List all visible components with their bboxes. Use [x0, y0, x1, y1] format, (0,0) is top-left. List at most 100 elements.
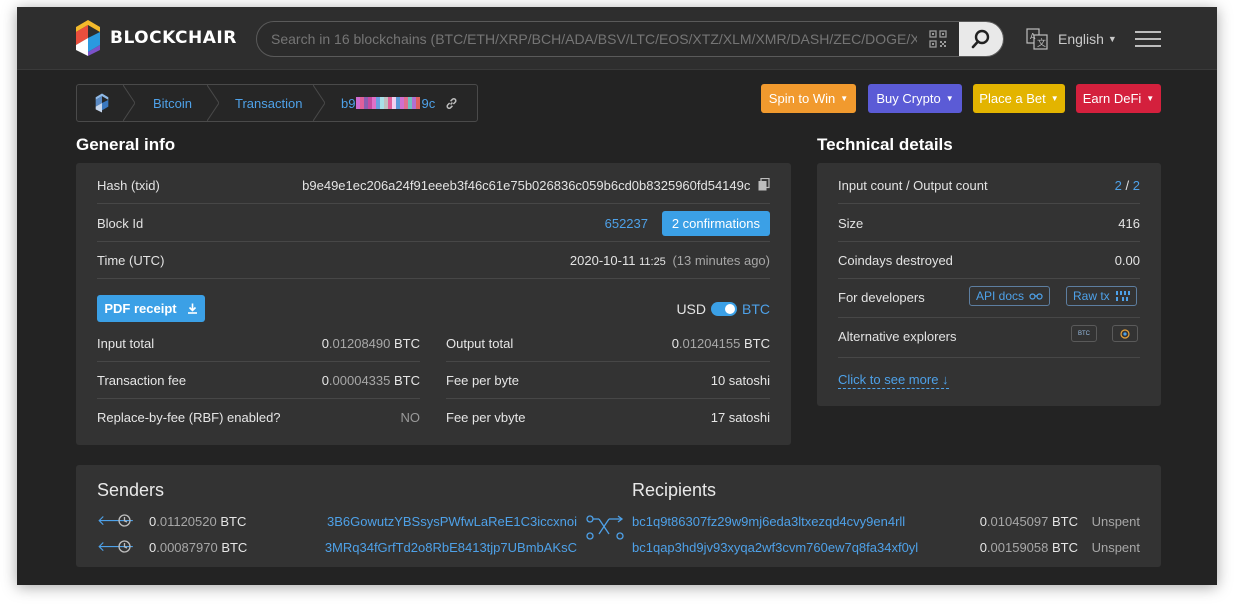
breadcrumb-transaction[interactable]: Transaction — [235, 85, 302, 121]
hash-text[interactable]: b9e49e1ec206a24f91eeeb3f46c61e75b026836c… — [302, 178, 750, 193]
breadcrumb-separator — [123, 85, 135, 121]
place-a-bet-button[interactable]: Place a Bet ▼ — [973, 84, 1065, 113]
io-count-value: 2 / 2 — [1115, 178, 1140, 193]
buy-crypto-button[interactable]: Buy Crypto ▼ — [868, 84, 962, 113]
fee-per-vbyte-value: 17 satoshi — [710, 410, 770, 425]
sender-row: 🡐 0.00087970 BTC 3MRq34fGrfTd2o8RbE8413tjp… — [97, 538, 577, 558]
time-clock: 11:25 — [639, 256, 666, 268]
top-bar: BLOCKCHAIR Search in 16 blockchains (BTC… — [17, 7, 1217, 70]
explorer-globe-icon[interactable] — [1112, 325, 1138, 342]
hamburger-menu-icon[interactable] — [1135, 31, 1161, 47]
sender-row: 🡐 0.01120520 BTC 3B6GowutzYBSsysPWfwLaReE1… — [97, 512, 577, 532]
recipient-unit: BTC — [1052, 540, 1078, 555]
breadcrumb-hash[interactable]: b9 9c — [341, 85, 458, 121]
copy-icon[interactable] — [758, 177, 770, 191]
fee-per-vbyte-row: Fee per vbyte 17 satoshi — [446, 399, 770, 436]
block-label: Block Id — [97, 216, 144, 231]
search-icon — [971, 29, 990, 49]
pdf-label: PDF receipt — [104, 301, 177, 316]
recipient-address[interactable]: bc1q9t86307fz29w9mj6eda3ltxezqd4cvy9en4r… — [632, 514, 905, 529]
breadcrumb-bitcoin[interactable]: Bitcoin — [153, 85, 192, 121]
binary-icon — [1115, 291, 1130, 301]
coindays-row: Coindays destroyed 0.00 — [838, 242, 1140, 279]
api-docs-button[interactable]: API docs — [969, 286, 1051, 306]
clock-icon[interactable] — [118, 540, 131, 553]
time-value: 2020-10-11 11:25 (13 minutes ago) — [570, 253, 770, 268]
recipient-amount-int: 0 — [979, 540, 987, 555]
spin-to-win-button[interactable]: Spin to Win ▼ — [761, 84, 856, 113]
search-button[interactable] — [959, 22, 1003, 56]
chevron-down-icon: ▼ — [1146, 94, 1155, 103]
recipient-address[interactable]: bc1qap3hd9jv93xyqa2wf3cvm760ew7q8fa34xf0… — [632, 540, 918, 555]
rbf-label: Replace-by-fee (RBF) enabled? — [97, 410, 281, 425]
developers-row: For developers API docs Raw tx — [838, 279, 1140, 318]
output-total-row: Output total 0.01204155 BTC — [446, 325, 770, 362]
link-icon[interactable] — [445, 97, 458, 110]
breadcrumb-separator — [313, 85, 325, 121]
language-label: English — [1058, 31, 1104, 47]
fee-label: Transaction fee — [97, 373, 187, 388]
language-selector[interactable]: A 文 English ▼ — [1026, 27, 1117, 51]
output-count-link[interactable]: 2 — [1133, 178, 1140, 193]
btc-unit: BTC — [394, 373, 420, 388]
technical-details-title: Technical details — [817, 135, 953, 154]
developers-label: For developers — [838, 290, 925, 305]
flows-card: Senders Recipients 🡐 0.01120520 BTC 3B6Gow… — [76, 465, 1161, 567]
raw-tx-label: Raw tx — [1073, 289, 1110, 303]
earn-defi-button[interactable]: Earn DeFi ▼ — [1076, 84, 1161, 113]
pdf-receipt-button[interactable]: PDF receipt — [97, 295, 205, 322]
logo[interactable]: BLOCKCHAIR — [75, 19, 237, 57]
recipients-title: Recipients — [632, 480, 717, 500]
arrow-down-icon: ↓ — [942, 372, 949, 387]
sender-unit: BTC — [220, 514, 247, 529]
currency-usd: USD — [676, 301, 706, 317]
io-count-label: Input count / Output count — [838, 178, 988, 193]
btc-explorer-icon[interactable]: BTC — [1071, 325, 1097, 342]
input-total-value: 0.01208490 BTC — [322, 336, 420, 351]
fee-per-vbyte-label: Fee per vbyte — [446, 410, 526, 425]
download-icon — [187, 303, 197, 314]
chevron-down-icon: ▼ — [840, 94, 849, 103]
output-total-label: Output total — [446, 336, 514, 351]
sender-unit: BTC — [221, 540, 248, 555]
fee-int: 0 — [321, 373, 329, 388]
toggle-switch[interactable] — [711, 302, 737, 316]
currency-toggle[interactable]: USD BTC — [676, 300, 770, 318]
recipient-status: Unspent — [1091, 514, 1140, 529]
time-date: 2020-10-11 — [569, 253, 636, 268]
breadcrumb: Bitcoin Transaction b9 9c — [76, 84, 478, 122]
home-logo-icon[interactable] — [95, 93, 109, 113]
input-total-dec: .01208490 — [328, 336, 391, 351]
qr-code-icon[interactable] — [929, 30, 947, 48]
hash-row: Hash (txid) b9e49e1ec206a24f91eeeb3f46c6… — [97, 167, 770, 204]
output-total-value: 0.01204155 BTC — [672, 336, 770, 351]
raw-tx-button[interactable]: Raw tx — [1066, 286, 1137, 306]
io-count-row: Input count / Output count 2 / 2 — [838, 167, 1140, 204]
input-total-label: Input total — [97, 336, 155, 351]
sender-address[interactable]: 3MRq34fGrfTd2o8RbE8413tjp7UBmbAKsC — [325, 540, 577, 555]
clock-icon[interactable] — [118, 514, 131, 527]
sender-address[interactable]: 3B6GowutzYBSsysPWfwLaReE1C3iccxnoi — [327, 514, 577, 529]
svg-text:文: 文 — [1037, 37, 1046, 49]
general-info-card: Hash (txid) b9e49e1ec206a24f91eeeb3f46c6… — [76, 163, 791, 445]
fee-per-byte-value: 10 satoshi — [710, 373, 770, 388]
sender-amount: 0.01120520 BTC — [149, 514, 246, 529]
recipient-amount: 0.01045097 BTC — [980, 514, 1078, 529]
search-input[interactable] — [257, 22, 917, 56]
time-row: Time (UTC) 2020-10-11 11:25 (13 minutes … — [97, 242, 770, 279]
sender-amount-dec: .01120520 — [156, 514, 217, 529]
chevron-down-icon: ▼ — [1050, 94, 1059, 103]
output-total-dec: .01204155 — [678, 336, 741, 351]
recipient-row: bc1qap3hd9jv93xyqa2wf3cvm760ew7q8fa34xf0… — [632, 538, 1140, 558]
see-more-link[interactable]: Click to see more ↓ — [838, 372, 949, 389]
fee-row: Transaction fee 0.00004335 BTC — [97, 362, 420, 399]
recipient-amount: 0.00159058 BTC — [980, 540, 1078, 555]
block-id-link[interactable]: 652237 — [605, 216, 648, 231]
glasses-icon — [1029, 293, 1043, 300]
hash-start: b9 — [341, 95, 356, 111]
input-count-link[interactable]: 2 — [1115, 178, 1122, 193]
defi-label: Earn DeFi — [1082, 91, 1142, 106]
recipient-status: Unspent — [1091, 540, 1140, 555]
confirmations-badge: 2 confirmations — [661, 211, 770, 236]
sender-amount: 0.00087970 BTC — [149, 540, 247, 555]
